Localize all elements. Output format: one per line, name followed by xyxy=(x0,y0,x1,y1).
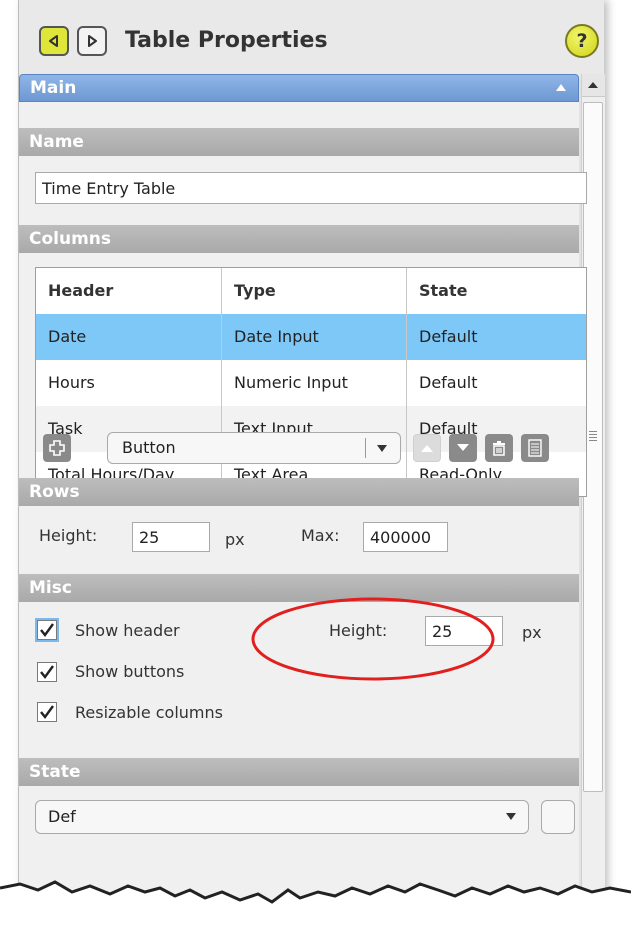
checkmark-icon xyxy=(40,623,54,637)
arrow-up-icon xyxy=(421,445,433,452)
collapse-icon[interactable] xyxy=(556,84,566,91)
vertical-scrollbar[interactable] xyxy=(581,74,605,945)
checkmark-icon xyxy=(40,705,54,719)
chevron-left-icon xyxy=(49,35,58,47)
annotation-ellipse xyxy=(251,597,495,681)
show-header-checkbox[interactable] xyxy=(37,620,57,640)
table-cell[interactable]: Numeric Input xyxy=(221,360,406,406)
trash-icon xyxy=(493,441,505,456)
state-dropdown[interactable]: Def xyxy=(35,800,529,834)
resizable-columns-checkbox[interactable] xyxy=(37,702,57,722)
help-button[interactable]: ? xyxy=(565,24,599,58)
title-bar: Table Properties ? xyxy=(19,0,604,78)
forward-button[interactable] xyxy=(77,26,107,56)
main-section-label: Main xyxy=(30,78,77,98)
show-header-label: Show header xyxy=(75,621,180,640)
show-buttons-checkbox[interactable] xyxy=(37,662,57,682)
show-buttons-label: Show buttons xyxy=(75,662,185,681)
help-icon: ? xyxy=(576,30,588,52)
max-rows-label: Max: xyxy=(301,526,340,545)
chevron-down-icon xyxy=(377,445,387,452)
add-column-button[interactable] xyxy=(43,434,71,462)
max-rows-input[interactable] xyxy=(363,522,448,552)
columns-section-header: Columns xyxy=(19,225,579,253)
column-header[interactable]: Type xyxy=(221,268,406,314)
state-section-label: State xyxy=(29,762,81,782)
grip-icon xyxy=(589,429,597,443)
plus-icon xyxy=(49,440,65,456)
state-section-header: State xyxy=(19,758,579,786)
dropdown-separator xyxy=(365,438,366,458)
chevron-down-icon xyxy=(506,813,516,820)
component-type-value: Button xyxy=(122,438,176,457)
back-button[interactable] xyxy=(39,26,69,56)
header-height-unit: px xyxy=(522,623,542,642)
chevron-right-icon xyxy=(88,35,97,47)
delete-column-button[interactable] xyxy=(485,434,513,462)
state-dropdown-value: Def xyxy=(48,807,76,826)
scroll-up-button[interactable] xyxy=(582,74,605,97)
row-height-unit: px xyxy=(225,530,245,549)
column-header[interactable]: Header xyxy=(36,268,221,314)
table-cell[interactable]: Hours xyxy=(36,360,221,406)
edit-columns-button[interactable] xyxy=(521,434,549,462)
rows-section-header: Rows xyxy=(19,478,579,506)
state-options-button[interactable] xyxy=(541,800,575,834)
move-down-button[interactable] xyxy=(449,434,477,462)
panel-title: Table Properties xyxy=(125,28,328,53)
table-row[interactable]: Date Date Input Default xyxy=(36,314,586,360)
name-section-header: Name xyxy=(19,128,579,156)
table-name-input[interactable] xyxy=(35,172,587,204)
row-height-input[interactable] xyxy=(132,522,210,552)
table-row[interactable]: Hours Numeric Input Default xyxy=(36,360,586,406)
rows-section-label: Rows xyxy=(29,482,80,502)
table-properties-panel: Table Properties ? Main Name Columns Hea… xyxy=(18,0,605,945)
table-cell[interactable]: Default xyxy=(406,360,586,406)
row-height-label: Height: xyxy=(39,526,98,545)
columns-section-label: Columns xyxy=(29,229,112,249)
arrow-down-icon xyxy=(457,444,469,451)
column-header[interactable]: State xyxy=(406,268,586,314)
resizable-columns-label: Resizable columns xyxy=(75,703,223,722)
arrow-up-icon xyxy=(588,82,598,88)
main-section-header[interactable]: Main xyxy=(19,74,579,102)
table-header-row: Header Type State xyxy=(36,268,586,314)
table-cell[interactable]: Date Input xyxy=(221,314,406,360)
component-type-dropdown[interactable]: Button xyxy=(107,432,401,464)
name-section-label: Name xyxy=(29,132,84,152)
list-icon xyxy=(528,439,542,457)
move-up-button[interactable] xyxy=(413,434,441,462)
table-cell[interactable]: Default xyxy=(406,314,586,360)
misc-section-label: Misc xyxy=(29,578,72,598)
torn-edge-decoration xyxy=(0,880,631,945)
checkmark-icon xyxy=(40,665,54,679)
table-cell[interactable]: Date xyxy=(36,314,221,360)
